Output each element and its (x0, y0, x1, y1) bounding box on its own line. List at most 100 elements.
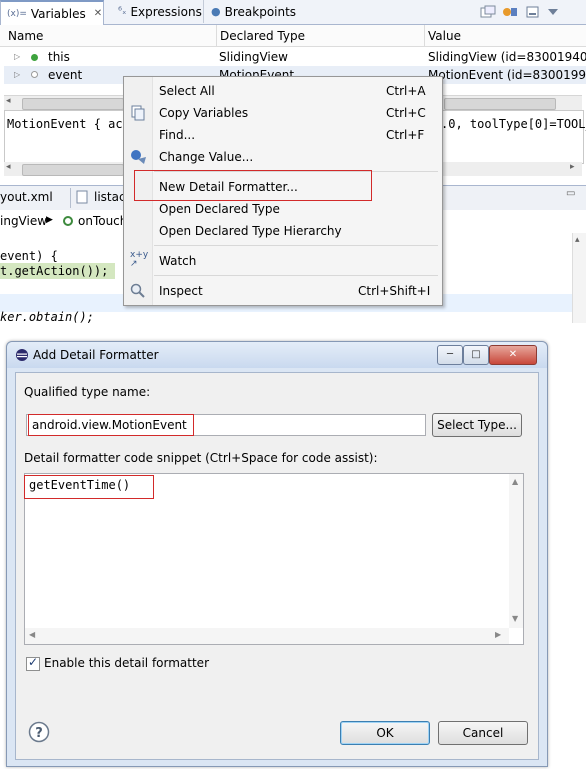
tab-variables[interactable]: (x)= Variables ✕ (0, 0, 104, 25)
breadcrumb-item[interactable]: ingView (0, 214, 47, 228)
menu-item-label: Find... (159, 128, 196, 142)
detail-text: .0, toolType[0]=TOOL_ (441, 117, 586, 131)
column-header-name[interactable]: Name (8, 29, 43, 43)
watch-icon: x+y ↗ (130, 250, 149, 269)
menu-separator (154, 275, 438, 276)
expressions-icon: ⁶ₓ (118, 6, 127, 17)
minimize-icon[interactable]: ▭ (566, 188, 575, 199)
window-close-button[interactable]: ✕ (489, 345, 537, 365)
tab-label: Expressions (130, 4, 202, 19)
menu-item-label: Inspect (159, 284, 203, 298)
code-line: ker.obtain(); (0, 310, 94, 324)
menu-item-copy-variables[interactable]: Copy Variables Ctrl+C (124, 103, 442, 123)
scroll-left-icon[interactable]: ◀ (29, 630, 35, 639)
variables-icon: (x)= (7, 8, 27, 19)
spacer (0, 323, 586, 341)
scroll-up-icon[interactable]: ▲ (512, 477, 518, 486)
magnifier-icon (130, 283, 145, 298)
variable-type: SlidingView (219, 50, 288, 64)
tab-breakpoints[interactable]: ● Breakpoints (205, 0, 297, 23)
scroll-left-icon[interactable]: ◂ (6, 96, 11, 106)
dialog-body: Qualified type name: android.view.Motion… (15, 372, 539, 760)
scroll-right-icon[interactable]: ▸ (570, 162, 575, 172)
column-divider[interactable] (424, 25, 425, 46)
menu-item-find[interactable]: Find... Ctrl+F (124, 125, 442, 145)
window-minimize-button[interactable]: ─ (437, 345, 463, 365)
breadcrumb-item[interactable]: onTouch (78, 214, 127, 228)
column-header-value[interactable]: Value (428, 29, 461, 43)
window-maximize-button[interactable]: □ (463, 345, 489, 365)
variable-name: event (48, 68, 83, 82)
menu-item-shortcut: Ctrl+A (386, 84, 426, 98)
enable-formatter-label: Enable this detail formatter (44, 656, 209, 670)
menu-item-watch[interactable]: x+y ↗ Watch (124, 251, 442, 271)
ok-button[interactable]: OK (340, 721, 430, 745)
menu-item-open-declared-type-hierarchy[interactable]: Open Declared Type Hierarchy (124, 221, 442, 241)
java-file-icon (76, 190, 88, 207)
variable-value: SlidingView (id=830019408 (428, 50, 586, 64)
dialog-title-bar[interactable]: Add Detail Formatter ─ □ ✕ (7, 342, 547, 368)
variable-name: this (48, 50, 70, 64)
help-icon[interactable]: ? (28, 721, 50, 743)
menu-item-label: Change Value... (159, 150, 254, 164)
expand-arrow-icon[interactable]: ▷ (14, 52, 20, 61)
menu-item-label: Copy Variables (159, 106, 249, 120)
menu-item-label: Watch (159, 254, 197, 268)
view-menu-icon[interactable] (546, 6, 560, 19)
close-icon[interactable]: ✕ (94, 8, 102, 19)
scroll-thumb[interactable] (22, 164, 124, 176)
vertical-scrollbar[interactable]: ▲ ▼ (509, 474, 523, 628)
minimize-icon[interactable] (526, 6, 540, 19)
annotation-highlight-box (24, 475, 154, 499)
menu-item-change-value[interactable]: Change Value... (124, 147, 442, 167)
scroll-down-icon[interactable]: ▼ (512, 614, 518, 623)
breakpoints-icon: ● (211, 5, 221, 18)
column-header-declared-type[interactable]: Declared Type (220, 29, 305, 43)
svg-text:?: ? (35, 726, 43, 741)
tab-divider (70, 188, 71, 208)
column-divider[interactable] (216, 25, 217, 46)
menu-item-open-declared-type[interactable]: Open Declared Type (124, 199, 442, 219)
code-line: t.getAction()); (0, 264, 109, 278)
snippet-label: Detail formatter code snippet (Ctrl+Spac… (24, 451, 378, 465)
add-detail-formatter-dialog: Add Detail Formatter ─ □ ✕ Qualified typ… (6, 341, 548, 767)
tab-label: Breakpoints (224, 4, 297, 19)
collapse-all-icon[interactable] (480, 5, 496, 19)
annotation-highlight-box (28, 414, 194, 436)
menu-item-label: Open Declared Type Hierarchy (159, 224, 342, 238)
table-row[interactable]: ▷ this SlidingView SlidingView (id=83001… (4, 48, 586, 66)
annotation-highlight-box (134, 170, 372, 201)
cancel-button[interactable]: Cancel (438, 721, 528, 745)
copy-icon (131, 105, 145, 121)
menu-separator (154, 245, 438, 246)
menu-item-select-all[interactable]: Select All Ctrl+A (124, 81, 442, 101)
qualified-type-label: Qualified type name: (24, 385, 151, 399)
scroll-right-icon[interactable]: ▶ (495, 630, 501, 639)
horizontal-scrollbar[interactable]: ◀ ▶ (25, 628, 509, 644)
expand-arrow-icon[interactable]: ▷ (14, 70, 20, 79)
chevron-right-icon: ▶ (46, 215, 53, 225)
vertical-scrollbar[interactable]: ▴ (572, 233, 586, 323)
tab-expressions[interactable]: ⁶ₓ Expressions (112, 0, 204, 23)
menu-item-shortcut: Ctrl+Shift+I (358, 284, 431, 298)
menu-item-shortcut: Ctrl+F (386, 128, 425, 142)
menu-item-shortcut: Ctrl+C (386, 106, 426, 120)
method-icon (62, 215, 74, 230)
enable-formatter-checkbox-row[interactable]: ✓ Enable this detail formatter (26, 655, 286, 673)
editor-tab[interactable]: yout.xml (0, 190, 53, 204)
eclipse-logo-icon (16, 349, 28, 361)
scroll-up-icon[interactable]: ▴ (575, 235, 580, 245)
change-value-icon (131, 150, 146, 164)
code-line: event) { (0, 249, 58, 263)
menu-item-label: Open Declared Type (159, 202, 280, 216)
variable-value: MotionEvent (id=830019963 (428, 68, 586, 82)
select-type-button[interactable]: Select Type... (432, 413, 522, 437)
menu-item-inspect[interactable]: Inspect Ctrl+Shift+I (124, 281, 442, 301)
tab-label: Variables (30, 6, 86, 21)
enable-checkbox[interactable]: ✓ (26, 655, 40, 671)
scroll-left-icon[interactable]: ◂ (6, 162, 11, 172)
checkmark-icon: ✓ (28, 655, 39, 669)
scroll-thumb[interactable] (444, 98, 556, 110)
show-type-names-icon[interactable] (502, 5, 518, 19)
scroll-thumb[interactable] (22, 98, 124, 110)
